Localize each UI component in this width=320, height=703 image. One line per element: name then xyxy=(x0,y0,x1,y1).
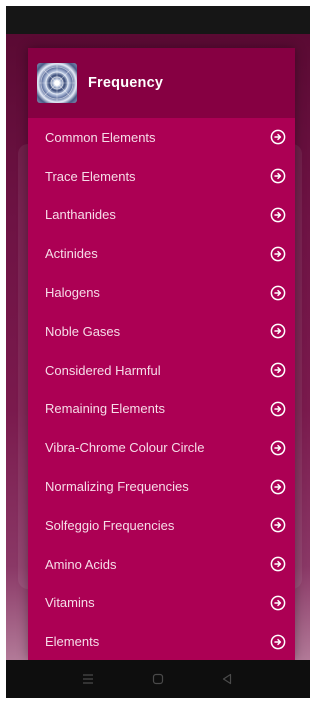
menu-list: Common Elements Trace Elements Lanthanid… xyxy=(28,118,295,660)
menu-item-trace-elements[interactable]: Trace Elements xyxy=(28,157,295,196)
menu-item-normalizing-frequencies[interactable]: Normalizing Frequencies xyxy=(28,467,295,506)
arrow-right-circle-icon xyxy=(270,246,286,262)
menu-item-label: Actinides xyxy=(45,246,98,262)
menu-item-label: Remaining Elements xyxy=(45,401,165,417)
menu-item-actinides[interactable]: Actinides xyxy=(28,234,295,273)
arrow-right-circle-icon xyxy=(270,479,286,494)
menu-item-noble-gases[interactable]: Noble Gases xyxy=(28,312,295,351)
arrow-right-circle-icon xyxy=(270,518,286,533)
arrow-right-circle-icon xyxy=(270,362,286,378)
arrow-right-circle-icon xyxy=(270,440,286,456)
menu-item-lanthanides[interactable]: Lanthanides xyxy=(28,196,295,235)
menu-item-label: Lanthanides xyxy=(45,207,116,223)
status-bar xyxy=(6,6,310,34)
menu-item-label: Solfeggio Frequencies xyxy=(45,517,175,533)
menu-item-label: Noble Gases xyxy=(45,323,121,339)
arrow-right-circle-icon xyxy=(270,556,286,572)
menu-item-halogens[interactable]: Halogens xyxy=(28,273,295,312)
arrow-right-circle-icon xyxy=(270,130,286,145)
app-logo xyxy=(37,63,77,103)
menu-item-label: Vibra-Chrome Colour Circle xyxy=(45,440,205,456)
menu-item-label: Halogens xyxy=(45,285,100,301)
back-icon[interactable] xyxy=(218,670,236,688)
menu-item-vitamins[interactable]: Vitamins xyxy=(28,584,295,623)
arrow-right-circle-icon xyxy=(270,207,286,223)
arrow-right-circle-icon xyxy=(270,168,286,184)
arrow-right-circle-icon xyxy=(270,401,286,417)
menu-item-label: Common Elements xyxy=(45,129,156,145)
app-title: Frequency xyxy=(88,75,164,91)
menu-item-label: Considered Harmful xyxy=(45,362,161,378)
menu-item-label: Vitamins xyxy=(45,595,95,611)
menu-item-vibra-chrome-colour-circle[interactable]: Vibra-Chrome Colour Circle xyxy=(28,428,295,467)
arrow-right-circle-icon xyxy=(270,595,286,611)
menu-item-considered-harmful[interactable]: Considered Harmful xyxy=(28,351,295,390)
menu-item-label: Trace Elements xyxy=(45,168,136,184)
phone-screen: Frequency Common Elements Trace Elements… xyxy=(6,6,310,698)
drawer-header: Frequency xyxy=(28,48,295,118)
arrow-right-circle-icon xyxy=(270,634,286,650)
menu-item-elements[interactable]: Elements xyxy=(28,622,295,660)
menu-icon[interactable] xyxy=(79,670,97,688)
menu-item-amino-acids[interactable]: Amino Acids xyxy=(28,545,295,584)
menu-item-label: Normalizing Frequencies xyxy=(45,479,189,495)
menu-item-label: Amino Acids xyxy=(45,556,117,572)
home-icon[interactable] xyxy=(149,670,167,688)
menu-item-remaining-elements[interactable]: Remaining Elements xyxy=(28,390,295,429)
arrow-right-circle-icon xyxy=(270,285,286,300)
menu-item-common-elements[interactable]: Common Elements xyxy=(28,118,295,157)
menu-item-solfeggio-frequencies[interactable]: Solfeggio Frequencies xyxy=(28,506,295,545)
navigation-drawer: Frequency Common Elements Trace Elements… xyxy=(28,48,295,660)
arrow-right-circle-icon xyxy=(270,324,286,339)
menu-item-label: Elements xyxy=(45,634,100,650)
system-navigation-bar xyxy=(6,660,310,698)
